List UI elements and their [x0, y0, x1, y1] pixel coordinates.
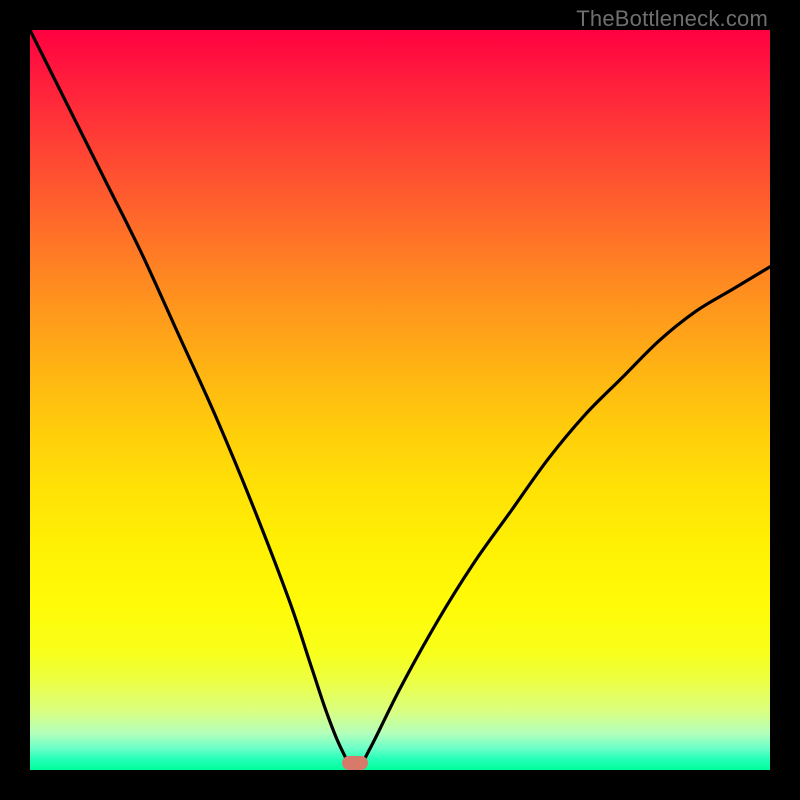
plot-area — [30, 30, 770, 770]
optimal-point-marker — [342, 756, 368, 770]
attribution-label: TheBottleneck.com — [576, 6, 768, 32]
bottleneck-curve — [30, 30, 770, 770]
chart-frame: TheBottleneck.com — [0, 0, 800, 800]
